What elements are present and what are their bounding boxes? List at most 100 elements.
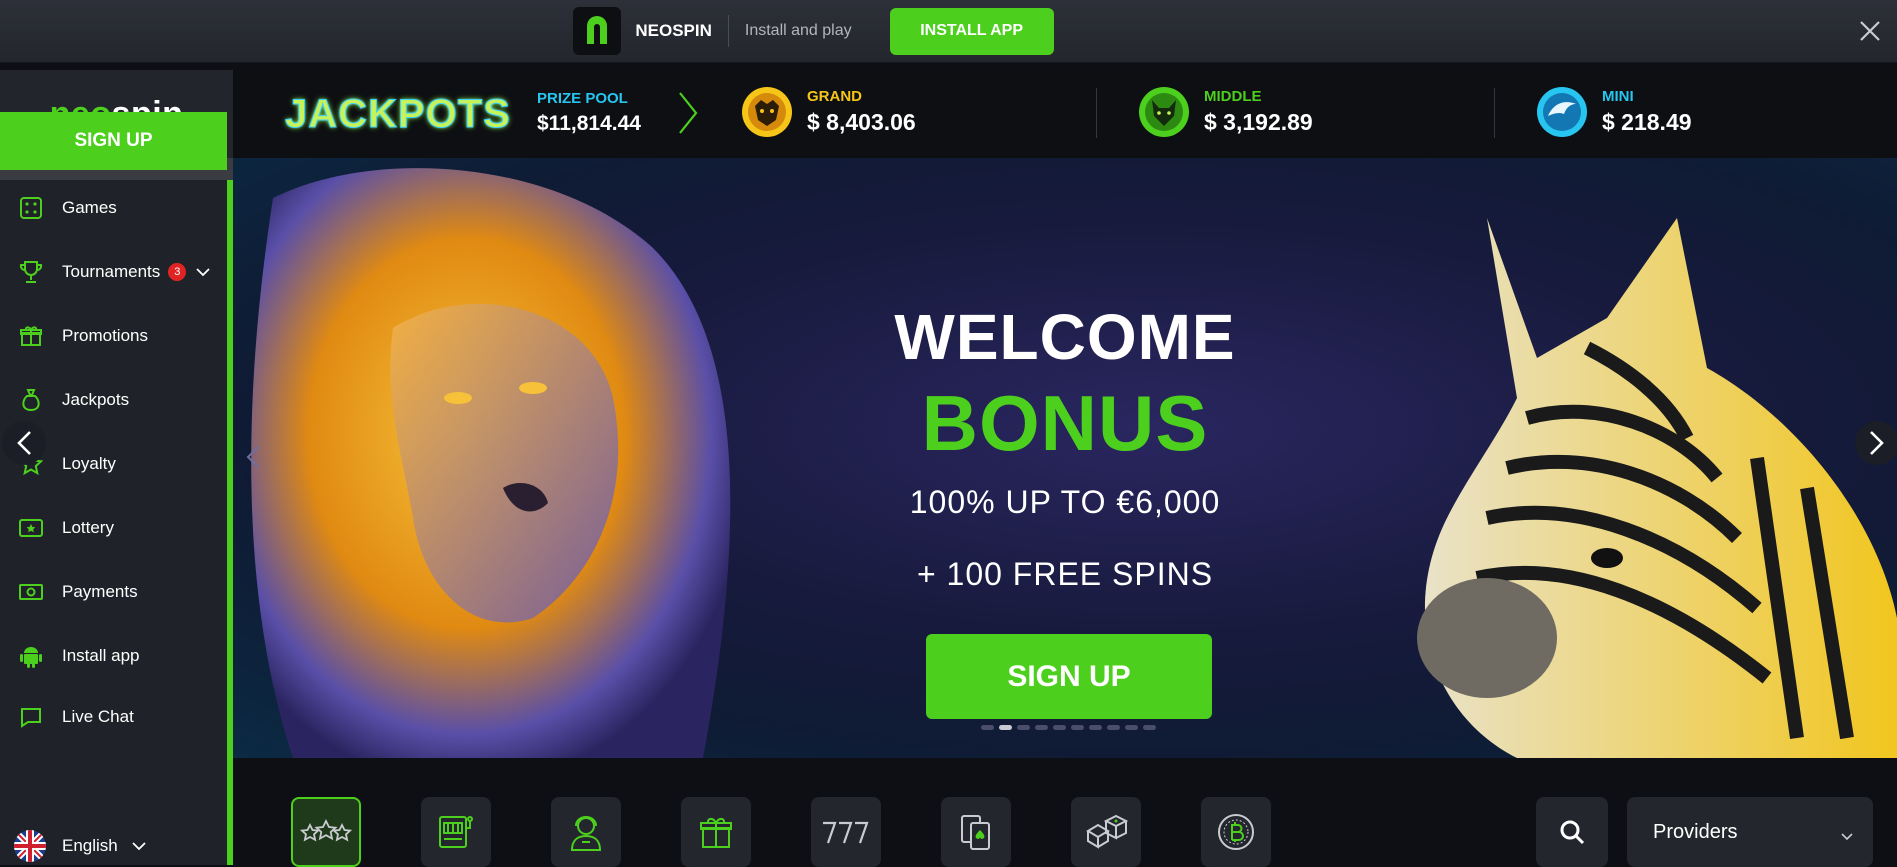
neospin-n-icon	[587, 16, 608, 44]
jackpot-label: MINI	[1602, 88, 1634, 105]
sidebar-item-label: Lottery	[62, 518, 114, 537]
carousel-prev-button[interactable]	[2, 421, 46, 465]
carousel-dot[interactable]	[1071, 725, 1084, 730]
app-name: NEOSPIN	[635, 21, 712, 40]
install-banner: NEOSPIN Install and play INSTALL APP	[0, 0, 1897, 63]
hero-banner: WELCOME BONUS 100% UP TO €6,000 + 100 FR…	[233, 158, 1897, 758]
hero-offer-amount: 100% UP TO €6,000	[909, 484, 1221, 520]
android-icon	[18, 643, 44, 669]
chevron-right-icon[interactable]	[677, 90, 699, 141]
search-icon	[1560, 820, 1585, 845]
sidebar-item-label: Tournaments	[62, 262, 161, 281]
sidebar-item-live-chat[interactable]: Live Chat	[0, 688, 227, 746]
chevron-down-icon	[132, 836, 146, 856]
notification-badge: 3	[168, 263, 187, 281]
chevron-left-icon[interactable]	[246, 445, 260, 474]
jackpot-value: $ 8,403.06	[807, 109, 916, 135]
carousel-dot[interactable]	[1125, 725, 1138, 730]
chevron-down-icon	[1841, 824, 1853, 847]
providers-label: Providers	[1653, 820, 1738, 843]
gift-icon	[700, 817, 732, 848]
hero-signup-button[interactable]: SIGN UP	[926, 634, 1212, 719]
hero-bonus: BONUS	[921, 379, 1209, 467]
prize-pool-value: $11,814.44	[537, 112, 641, 135]
bitcoin-icon	[1218, 814, 1254, 850]
sidebar-item-label: Loyalty	[62, 454, 116, 473]
sidebar-item-label: Jackpots	[62, 390, 130, 409]
category-classic-slots[interactable]	[811, 797, 881, 867]
install-app-button[interactable]: INSTALL APP	[889, 7, 1054, 55]
lion-medal-icon	[742, 87, 792, 137]
sidebar-item-tournaments[interactable]: Tournaments 3	[0, 240, 227, 304]
category-crypto[interactable]	[1201, 797, 1271, 867]
divider	[727, 15, 729, 47]
search-button[interactable]	[1536, 797, 1608, 867]
cards-icon	[961, 815, 990, 850]
category-bar: Providers	[233, 758, 1897, 867]
providers-dropdown[interactable]: Providers	[1627, 797, 1873, 867]
carousel-dot[interactable]	[1035, 725, 1048, 730]
sidebar-item-label: Install app	[62, 646, 140, 665]
sidebar-item-games[interactable]: Games	[0, 176, 227, 240]
stars-icon	[300, 818, 352, 842]
sidebar-item-payments[interactable]: Payments	[0, 560, 227, 624]
sidebar-item-label: Payments	[62, 582, 138, 601]
chevron-right-icon	[1870, 431, 1884, 455]
sidebar-item-lottery[interactable]: Lottery	[0, 496, 227, 560]
jackpots-title: JACKPOTS	[285, 92, 511, 137]
dice-icon	[1086, 814, 1128, 849]
sidebar-item-jackpots[interactable]: Jackpots	[0, 368, 227, 432]
category-card-games[interactable]	[941, 797, 1011, 867]
category-bonus[interactable]	[681, 797, 751, 867]
sidebar-item-promotions[interactable]: Promotions	[0, 304, 227, 368]
sidebar-item-label: Promotions	[62, 326, 148, 345]
carousel-dot[interactable]	[1107, 725, 1120, 730]
uk-flag-icon	[14, 830, 46, 862]
carousel-dot[interactable]	[999, 725, 1012, 730]
sidebar-item-label: Games	[62, 198, 117, 217]
hero-heading: WELCOME	[894, 301, 1236, 373]
triple-seven-icon	[823, 821, 869, 844]
category-slots[interactable]	[421, 797, 491, 867]
banknote-icon	[18, 579, 44, 605]
carousel-dot[interactable]	[1089, 725, 1102, 730]
jackpot-label: MIDDLE	[1204, 88, 1262, 105]
dice-icon	[18, 195, 44, 221]
hero-offer-spins: + 100 FREE SPINS	[916, 556, 1214, 592]
sidebar-item-label: Live Chat	[62, 707, 134, 726]
category-live-dealer[interactable]	[551, 797, 621, 867]
prize-pool-label: PRIZE POOL	[537, 90, 628, 107]
sidebar-signup-button[interactable]: SIGN UP	[0, 112, 227, 170]
carousel-dot[interactable]	[1143, 725, 1156, 730]
chevron-down-icon[interactable]	[196, 262, 210, 282]
app-subtitle: Install and play	[744, 22, 852, 39]
zebra-illustration	[1417, 218, 1897, 758]
dealer-icon	[570, 816, 602, 851]
chat-icon	[18, 704, 44, 730]
category-dice[interactable]	[1071, 797, 1141, 867]
carousel-dots	[981, 725, 1156, 730]
carousel-dot[interactable]	[1053, 725, 1066, 730]
chevron-left-icon	[17, 431, 31, 455]
category-favorites[interactable]	[291, 797, 361, 867]
close-icon[interactable]	[1857, 18, 1883, 44]
carousel-dot[interactable]	[981, 725, 994, 730]
gift-icon	[18, 323, 44, 349]
wolf-medal-icon	[1139, 87, 1189, 137]
jackpot-mini: MINI $ 218.49	[1536, 86, 1692, 138]
divider	[1494, 88, 1495, 138]
ticket-icon	[18, 515, 44, 541]
slot-machine-icon	[439, 816, 473, 848]
sidebar-item-install-app[interactable]: Install app	[0, 624, 227, 688]
jackpot-grand: GRAND $ 8,403.06	[741, 86, 916, 138]
carousel-dot[interactable]	[1017, 725, 1030, 730]
jackpots-strip: JACKPOTS PRIZE POOL $11,814.44 GRAND $ 8…	[233, 70, 1897, 158]
jackpot-value: $ 218.49	[1602, 109, 1692, 135]
jackpot-middle: MIDDLE $ 3,192.89	[1138, 86, 1313, 138]
language-label: English	[62, 836, 118, 855]
moneybag-icon	[18, 387, 44, 413]
language-selector[interactable]: English	[14, 830, 146, 862]
jackpot-value: $ 3,192.89	[1204, 109, 1313, 135]
app-logo	[573, 7, 622, 55]
carousel-next-button[interactable]	[1855, 421, 1897, 465]
